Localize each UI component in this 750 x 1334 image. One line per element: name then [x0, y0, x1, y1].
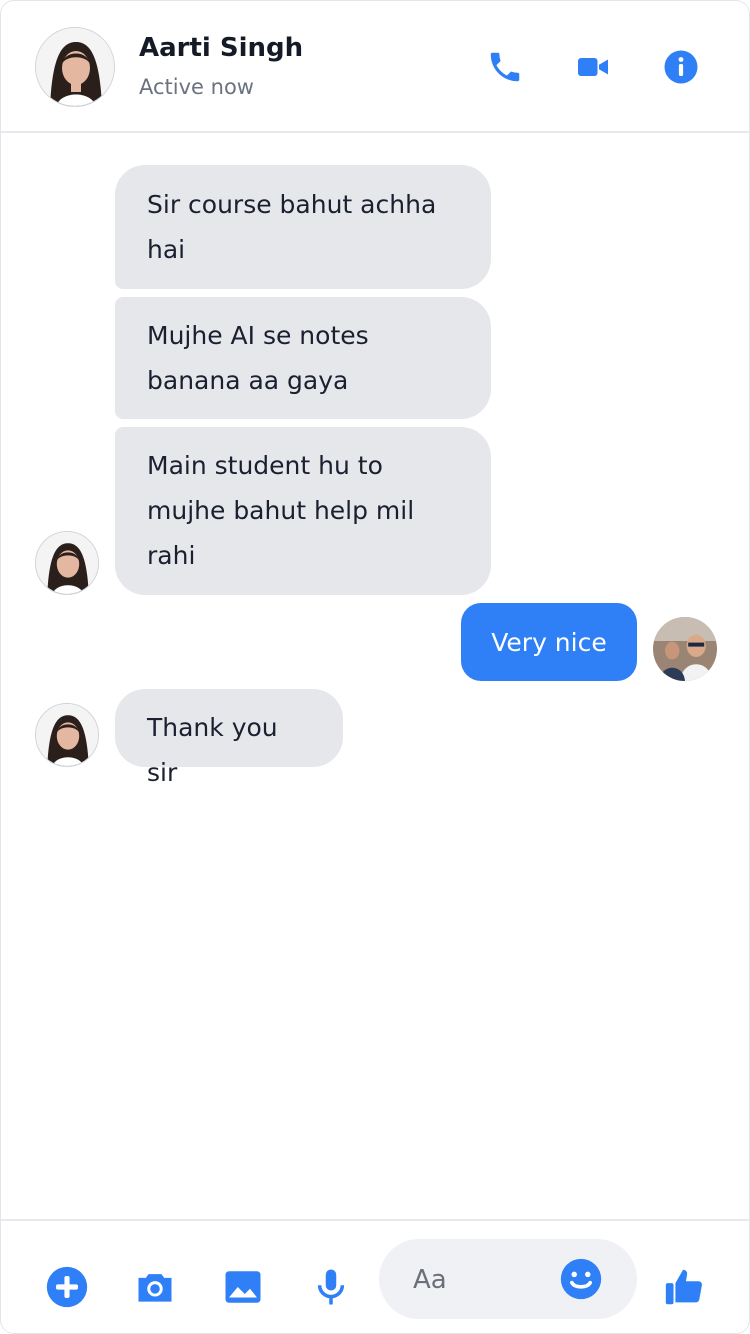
- message-bubble-received[interactable]: Main student hu to mujhe bahut help mil …: [115, 427, 491, 595]
- message-bubble-received[interactable]: Sir course bahut achha hai: [115, 165, 491, 289]
- emoji-icon[interactable]: [559, 1257, 603, 1301]
- message-bubble-received[interactable]: Thank you sir: [115, 689, 343, 787]
- chat-header: Aarti Singh Active now: [1, 1, 749, 133]
- contact-avatar: [35, 703, 99, 767]
- info-icon[interactable]: [659, 45, 703, 89]
- message-input-container: [379, 1239, 637, 1319]
- microphone-icon[interactable]: [305, 1261, 357, 1313]
- user-avatar: [653, 617, 717, 681]
- contact-status: Active now: [139, 75, 254, 99]
- contact-avatar: [35, 531, 99, 595]
- chat-window: Aarti Singh Active now Sir course bahut …: [0, 0, 750, 1334]
- contact-avatar[interactable]: [35, 27, 115, 107]
- message-composer: [1, 1219, 749, 1333]
- plus-icon[interactable]: [41, 1261, 93, 1313]
- message-input[interactable]: [411, 1257, 555, 1303]
- message-bubble-sent[interactable]: Very nice: [461, 603, 637, 681]
- image-icon[interactable]: [217, 1261, 269, 1313]
- contact-name: Aarti Singh: [139, 33, 304, 63]
- camera-icon[interactable]: [129, 1261, 181, 1313]
- video-camera-icon[interactable]: [571, 45, 615, 89]
- message-bubble-received[interactable]: Mujhe AI se notes banana aa gaya: [115, 297, 491, 419]
- thumbs-up-icon[interactable]: [659, 1261, 711, 1313]
- phone-icon[interactable]: [483, 45, 527, 89]
